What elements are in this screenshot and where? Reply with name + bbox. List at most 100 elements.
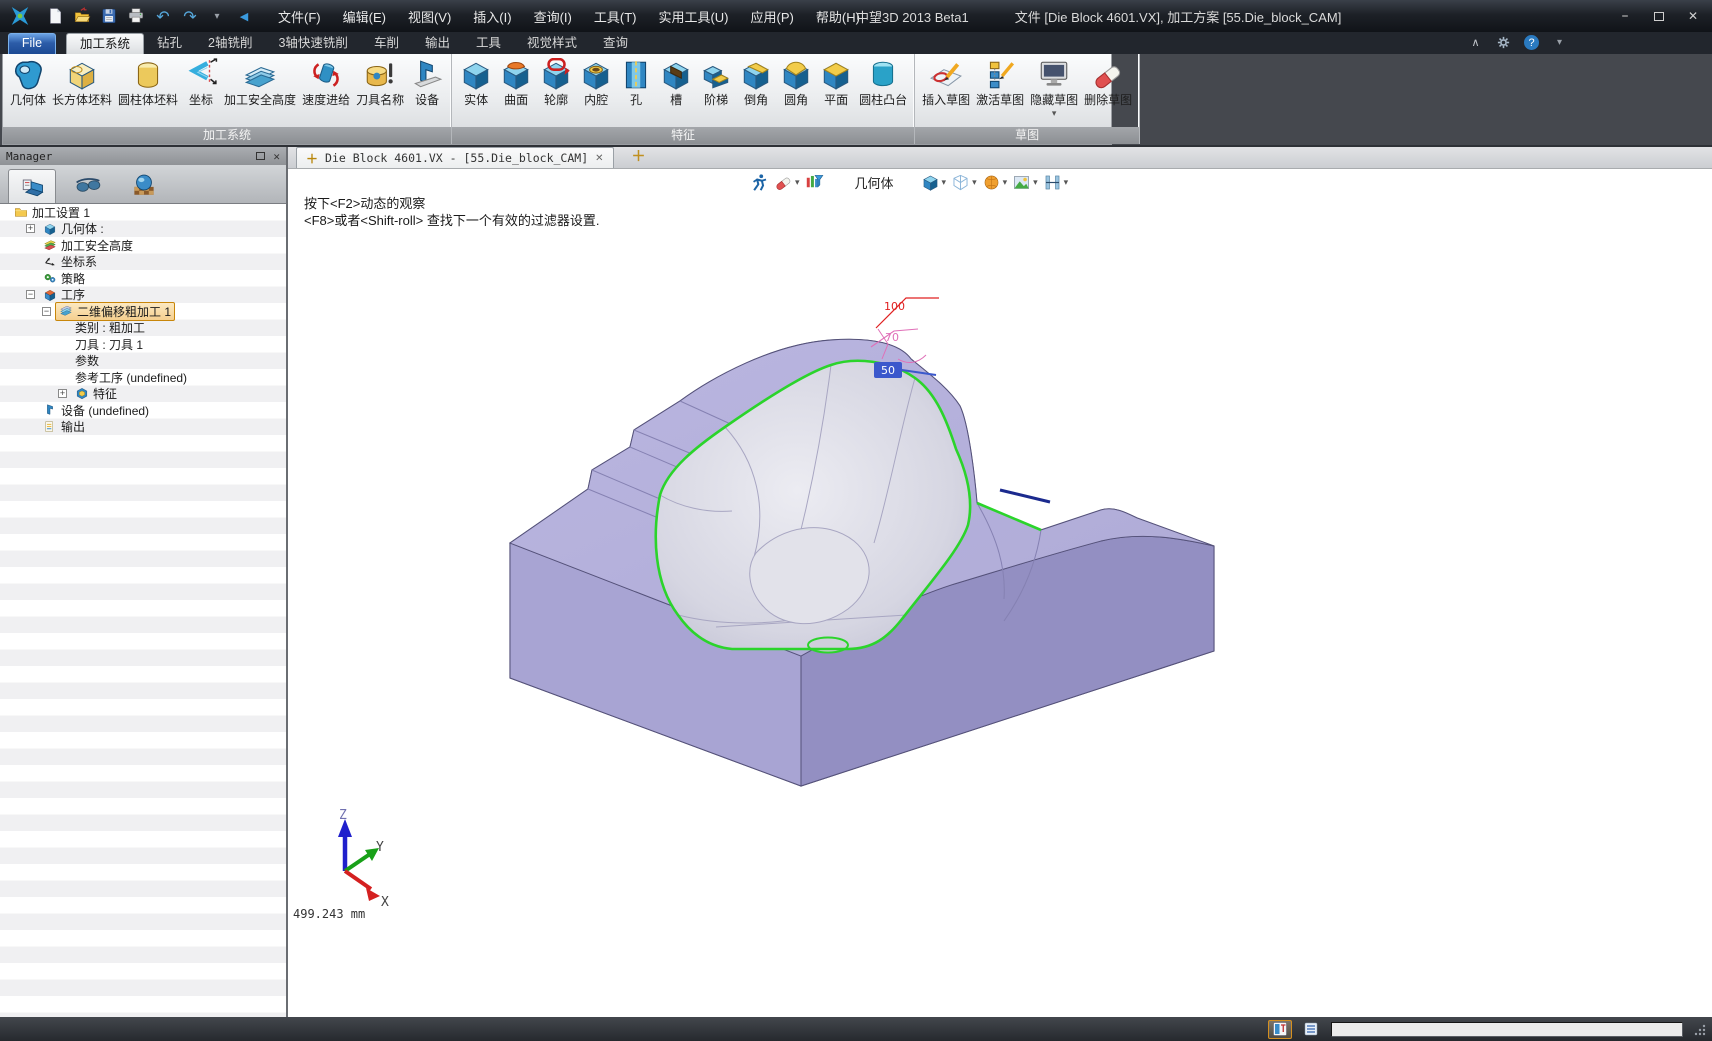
caret-down-icon[interactable]: ▾: [1064, 179, 1069, 187]
ribbon-button[interactable]: 轮廓: [536, 58, 576, 107]
ribbon-button[interactable]: 设备: [407, 58, 447, 107]
ribbon-button[interactable]: 坐标: [181, 58, 221, 107]
tree-item[interactable]: 坐标系: [0, 254, 286, 271]
ribbon-tab-4[interactable]: 3轴快速铣削: [265, 33, 360, 54]
menu-item[interactable]: 视图(V): [399, 4, 460, 29]
menu-item[interactable]: 工具(T): [585, 4, 646, 29]
ribbon-tab-6[interactable]: 输出: [412, 33, 463, 54]
ribbon-button[interactable]: 加工安全高度: [221, 58, 299, 107]
viewport-canvas[interactable]: 100 70 50: [288, 169, 1712, 1017]
ribbon-button[interactable]: 激活草图: [973, 58, 1027, 107]
render-icon[interactable]: [982, 173, 1001, 192]
caret-down-icon[interactable]: ▾: [972, 179, 977, 187]
menu-item[interactable]: 编辑(E): [334, 4, 395, 29]
ribbon-tab-3[interactable]: 2轴铣削: [195, 33, 265, 54]
manager-tab-2[interactable]: [64, 169, 112, 203]
open-icon[interactable]: [73, 7, 91, 25]
caret-down-icon[interactable]: ▾: [1552, 35, 1567, 50]
section-icon[interactable]: [1043, 173, 1062, 192]
tree-item[interactable]: 加工设置 1: [0, 204, 286, 221]
minimize-icon[interactable]: –: [1616, 7, 1634, 25]
caret-down-icon[interactable]: ▾: [1052, 110, 1057, 118]
caret-down-icon[interactable]: ▾: [942, 179, 947, 187]
viewport-tool[interactable]: ▾: [921, 173, 947, 192]
caret-down-icon[interactable]: ▾: [1003, 179, 1008, 187]
ribbon-button[interactable]: 阶梯: [696, 58, 736, 107]
menu-item[interactable]: 应用(P): [742, 4, 803, 29]
ribbon-button[interactable]: 孔: [616, 58, 656, 107]
tree-item[interactable]: 参数: [0, 353, 286, 370]
close-icon[interactable]: ✕: [1684, 7, 1702, 25]
ribbon-button[interactable]: 几何体: [7, 58, 49, 107]
statusbar-button[interactable]: [1299, 1020, 1323, 1039]
file-menu-button[interactable]: File: [8, 33, 56, 54]
ribbon-button[interactable]: 删除草图: [1081, 58, 1135, 107]
tree-item[interactable]: −二维偏移粗加工 1: [0, 303, 286, 320]
tab-close-icon[interactable]: ✕: [595, 153, 603, 164]
tree-item[interactable]: 策略: [0, 270, 286, 287]
ribbon-tab-1[interactable]: 加工系统: [66, 33, 144, 54]
menu-item[interactable]: 实用工具(U): [649, 4, 737, 29]
viewport-tool[interactable]: [750, 173, 769, 192]
menu-item[interactable]: 文件(F): [269, 4, 330, 29]
viewport-tool[interactable]: [805, 173, 824, 192]
viewport-tool[interactable]: ▾: [951, 173, 977, 192]
ribbon-button[interactable]: 平面: [816, 58, 856, 107]
wire-cube-icon[interactable]: [951, 173, 970, 192]
help-icon[interactable]: ?: [1524, 35, 1539, 50]
save-icon[interactable]: [100, 7, 118, 25]
caret-down-icon[interactable]: ▾: [795, 179, 800, 187]
ribbon-button[interactable]: 圆柱凸台: [856, 58, 910, 107]
manager-tab-1[interactable]: [8, 169, 56, 203]
tree-item[interactable]: 加工安全高度: [0, 237, 286, 254]
back-icon[interactable]: ◀: [235, 7, 253, 25]
resize-grip[interactable]: [1693, 1023, 1706, 1036]
panel-restore-icon[interactable]: [256, 152, 265, 160]
viewport-body[interactable]: 100 70 50: [288, 169, 1712, 1017]
tree-item[interactable]: −工序: [0, 287, 286, 304]
viewport-tool[interactable]: ▾: [774, 173, 800, 192]
print-icon[interactable]: [127, 7, 145, 25]
filter-icon[interactable]: [805, 173, 824, 192]
manager-tab-3[interactable]: [120, 169, 168, 203]
maximize-icon[interactable]: [1650, 7, 1668, 25]
tree-item[interactable]: 设备 (undefined): [0, 402, 286, 419]
ribbon-button[interactable]: 插入草图: [919, 58, 973, 107]
expand-expander-icon[interactable]: +: [58, 389, 67, 398]
ribbon-tab-7[interactable]: 工具: [463, 33, 514, 54]
menu-item[interactable]: 查询(I): [525, 4, 581, 29]
shaded-cube-icon[interactable]: [921, 173, 940, 192]
ribbon-button[interactable]: 内腔: [576, 58, 616, 107]
tree-item-body[interactable]: 输出: [39, 417, 89, 436]
undo-icon[interactable]: ↶: [154, 7, 172, 25]
ribbon-button[interactable]: 长方体坯料: [49, 58, 115, 107]
redo-icon[interactable]: ↷: [181, 7, 199, 25]
new-doc-icon[interactable]: [46, 7, 64, 25]
viewport-tool[interactable]: ▾: [1012, 173, 1038, 192]
new-tab-button[interactable]: ＋: [632, 146, 646, 166]
tree-item[interactable]: 输出: [0, 419, 286, 436]
run-icon[interactable]: [750, 173, 769, 192]
pick-filter-dropdown[interactable]: 几何体: [855, 173, 894, 192]
collapse-icon[interactable]: ∧: [1468, 35, 1483, 50]
tree-item[interactable]: 刀具 : 刀具 1: [0, 336, 286, 353]
tree-item[interactable]: 类别 : 粗加工: [0, 320, 286, 337]
eraser-icon[interactable]: [774, 173, 793, 192]
ribbon-button[interactable]: 倒角: [736, 58, 776, 107]
image-icon[interactable]: [1012, 173, 1031, 192]
caret-down-icon[interactable]: ▾: [1033, 179, 1038, 187]
ribbon-button[interactable]: 圆柱体坯料: [115, 58, 181, 107]
tree-item[interactable]: +几何体 :: [0, 221, 286, 238]
caret-down-icon[interactable]: ▾: [208, 7, 226, 25]
ribbon-tab-9[interactable]: 查询: [590, 33, 641, 54]
ribbon-button[interactable]: 刀具名称: [353, 58, 407, 107]
expand-expander-icon[interactable]: +: [26, 224, 35, 233]
collapse-expander-icon[interactable]: −: [42, 307, 51, 316]
ribbon-button[interactable]: 曲面: [496, 58, 536, 107]
viewport-tool[interactable]: ▾: [1043, 173, 1069, 192]
panel-close-icon[interactable]: ✕: [273, 150, 280, 163]
ribbon-tab-5[interactable]: 车削: [361, 33, 412, 54]
gear-icon[interactable]: [1496, 35, 1511, 50]
ribbon-button[interactable]: 槽: [656, 58, 696, 107]
ribbon-button[interactable]: 圆角: [776, 58, 816, 107]
